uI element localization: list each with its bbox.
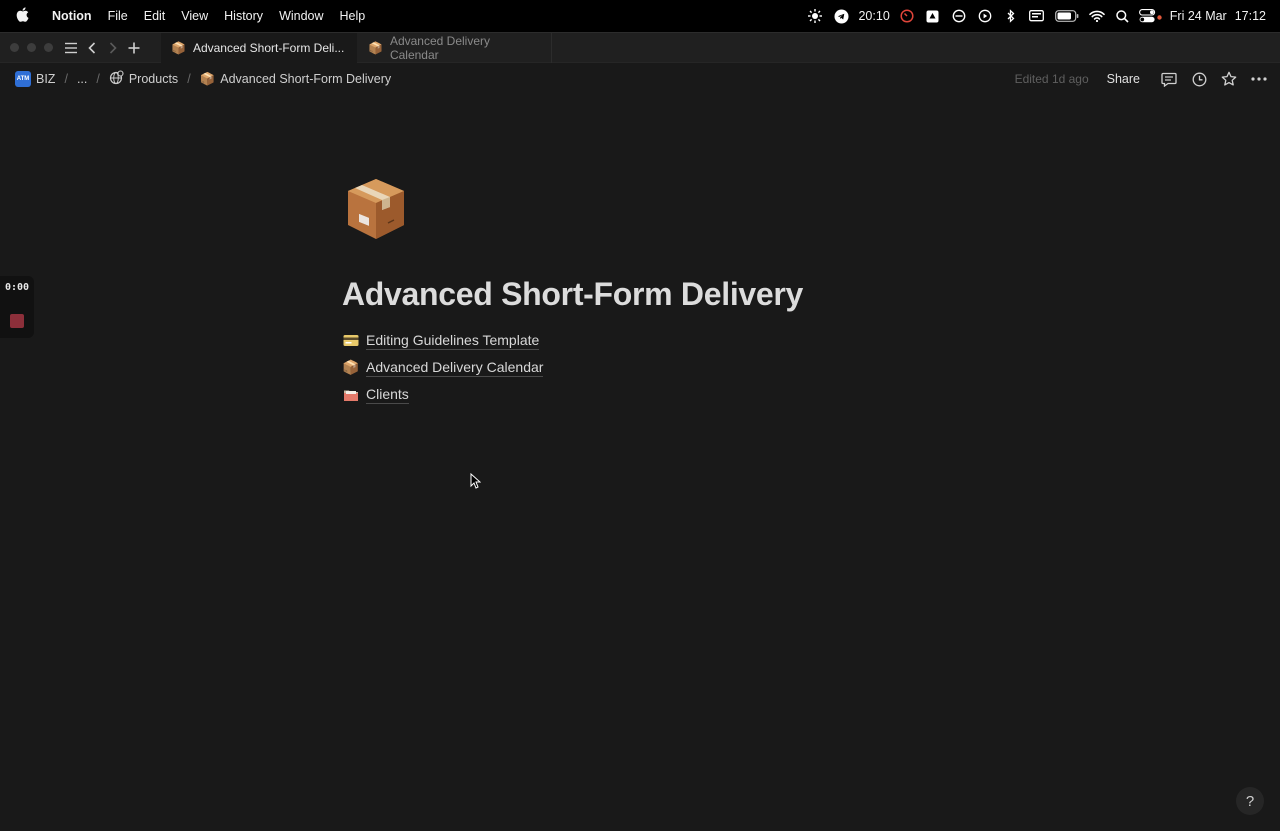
menu-view[interactable]: View [173,0,216,32]
edited-timestamp: Edited 1d ago [1014,72,1089,86]
play-icon[interactable] [972,0,998,32]
page-package-icon[interactable] [342,175,410,243]
mouse-cursor-icon [470,472,482,494]
breadcrumb-current-page[interactable]: 📦 Advanced Short-Form Delivery [197,70,394,89]
recording-stop-button[interactable] [10,314,24,328]
timer-text[interactable]: 20:10 [854,9,893,23]
breadcrumb-separator: / [187,72,191,86]
notion-window: 📦 Advanced Short-Form Deli... 📦 Advanced… [0,32,1280,831]
close-window-button[interactable] [10,43,19,52]
history-clock-icon[interactable] [1190,70,1208,88]
workspace-name: BIZ [36,72,56,86]
tab-label: Advanced Delivery Calendar [389,34,491,62]
globe-gear-icon [109,70,124,88]
menu-app-name[interactable]: Notion [44,0,100,32]
breadcrumb: ATM BIZ / ... / Products / 📦 Advanced Sh… [0,68,394,90]
package-emoji-icon: 📦 [368,41,383,55]
new-tab-plus-icon[interactable] [123,34,144,62]
subpage-link-delivery-calendar[interactable]: 📦 Advanced Delivery Calendar [342,354,544,381]
help-button[interactable]: ? [1236,787,1264,815]
card-emoji-icon [343,333,359,349]
breadcrumb-current-label: Advanced Short-Form Delivery [220,72,392,86]
subpage-links: Editing Guidelines Template 📦 Advanced D… [342,327,544,408]
breadcrumb-products[interactable]: Products [106,68,181,90]
macos-menubar: Notion File Edit View History Window Hel… [0,0,1280,32]
menu-window[interactable]: Window [271,0,331,32]
menu-file[interactable]: File [100,0,136,32]
package-emoji-icon: 📦 [199,71,216,86]
breadcrumb-ellipsis[interactable]: ... [74,70,90,88]
subpage-link-editing-guidelines[interactable]: Editing Guidelines Template [343,327,543,354]
package-emoji-icon: 📦 [342,359,360,375]
subpage-link-label: Advanced Delivery Calendar [366,358,544,377]
wifi-icon[interactable] [1084,0,1110,32]
bluetooth-icon[interactable] [998,0,1024,32]
menu-help[interactable]: Help [332,0,374,32]
page-topbar: ATM BIZ / ... / Products / 📦 Advanced Sh… [0,63,1280,95]
page-actions: Edited 1d ago Share [1015,63,1268,95]
workspace-badge-icon: ATM [15,71,31,87]
zoom-window-button[interactable] [44,43,53,52]
display-icon[interactable] [1024,0,1050,32]
comments-icon[interactable] [1160,70,1178,88]
recording-widget: 0:00 [0,276,34,338]
forward-arrow-icon[interactable] [102,34,123,62]
folder-emoji-icon [343,387,359,403]
recording-timer: 0:00 [5,282,30,293]
menu-history[interactable]: History [216,0,271,32]
favorite-star-icon[interactable] [1220,70,1238,88]
breadcrumb-separator: / [64,72,68,86]
brightness-icon[interactable] [802,0,828,32]
package-emoji-icon: 📦 [171,41,186,55]
breadcrumb-products-label: Products [128,72,179,86]
telegram-icon[interactable] [828,0,854,32]
breadcrumb-separator: / [96,72,100,86]
tab-bar: 📦 Advanced Short-Form Deli... 📦 Advanced… [0,33,1280,63]
share-button[interactable]: Share [1107,72,1140,86]
menubar-clock[interactable]: 17:12 [1231,9,1270,23]
more-options-icon[interactable] [1250,70,1268,88]
tab-advanced-delivery-calendar[interactable]: 📦 Advanced Delivery Calendar [358,33,552,63]
timer-stop-icon[interactable] [894,0,920,32]
minimize-window-button[interactable] [27,43,36,52]
control-center-icon[interactable] [1136,0,1166,32]
breadcrumb-workspace[interactable]: ATM BIZ [12,69,58,89]
spotlight-search-icon[interactable] [1110,0,1136,32]
page-title[interactable]: Advanced Short-Form Delivery [342,276,803,313]
window-controls [0,43,60,52]
subpage-link-label: Editing Guidelines Template [366,331,540,350]
subpage-link-label: Clients [366,385,409,404]
tab-label: Advanced Short-Form Deli... [192,41,345,55]
tab-advanced-short-form-delivery[interactable]: 📦 Advanced Short-Form Deli... [161,33,357,63]
menu-edit[interactable]: Edit [136,0,174,32]
sidebar-toggle-icon[interactable] [60,34,81,62]
back-arrow-icon[interactable] [81,34,102,62]
subpage-link-clients[interactable]: Clients [343,381,543,408]
battery-icon[interactable] [1050,0,1084,32]
focus-icon[interactable] [946,0,972,32]
drive-icon[interactable] [920,0,946,32]
apple-menu-icon[interactable] [0,6,44,26]
menubar-date[interactable]: Fri 24 Mar [1166,9,1231,23]
